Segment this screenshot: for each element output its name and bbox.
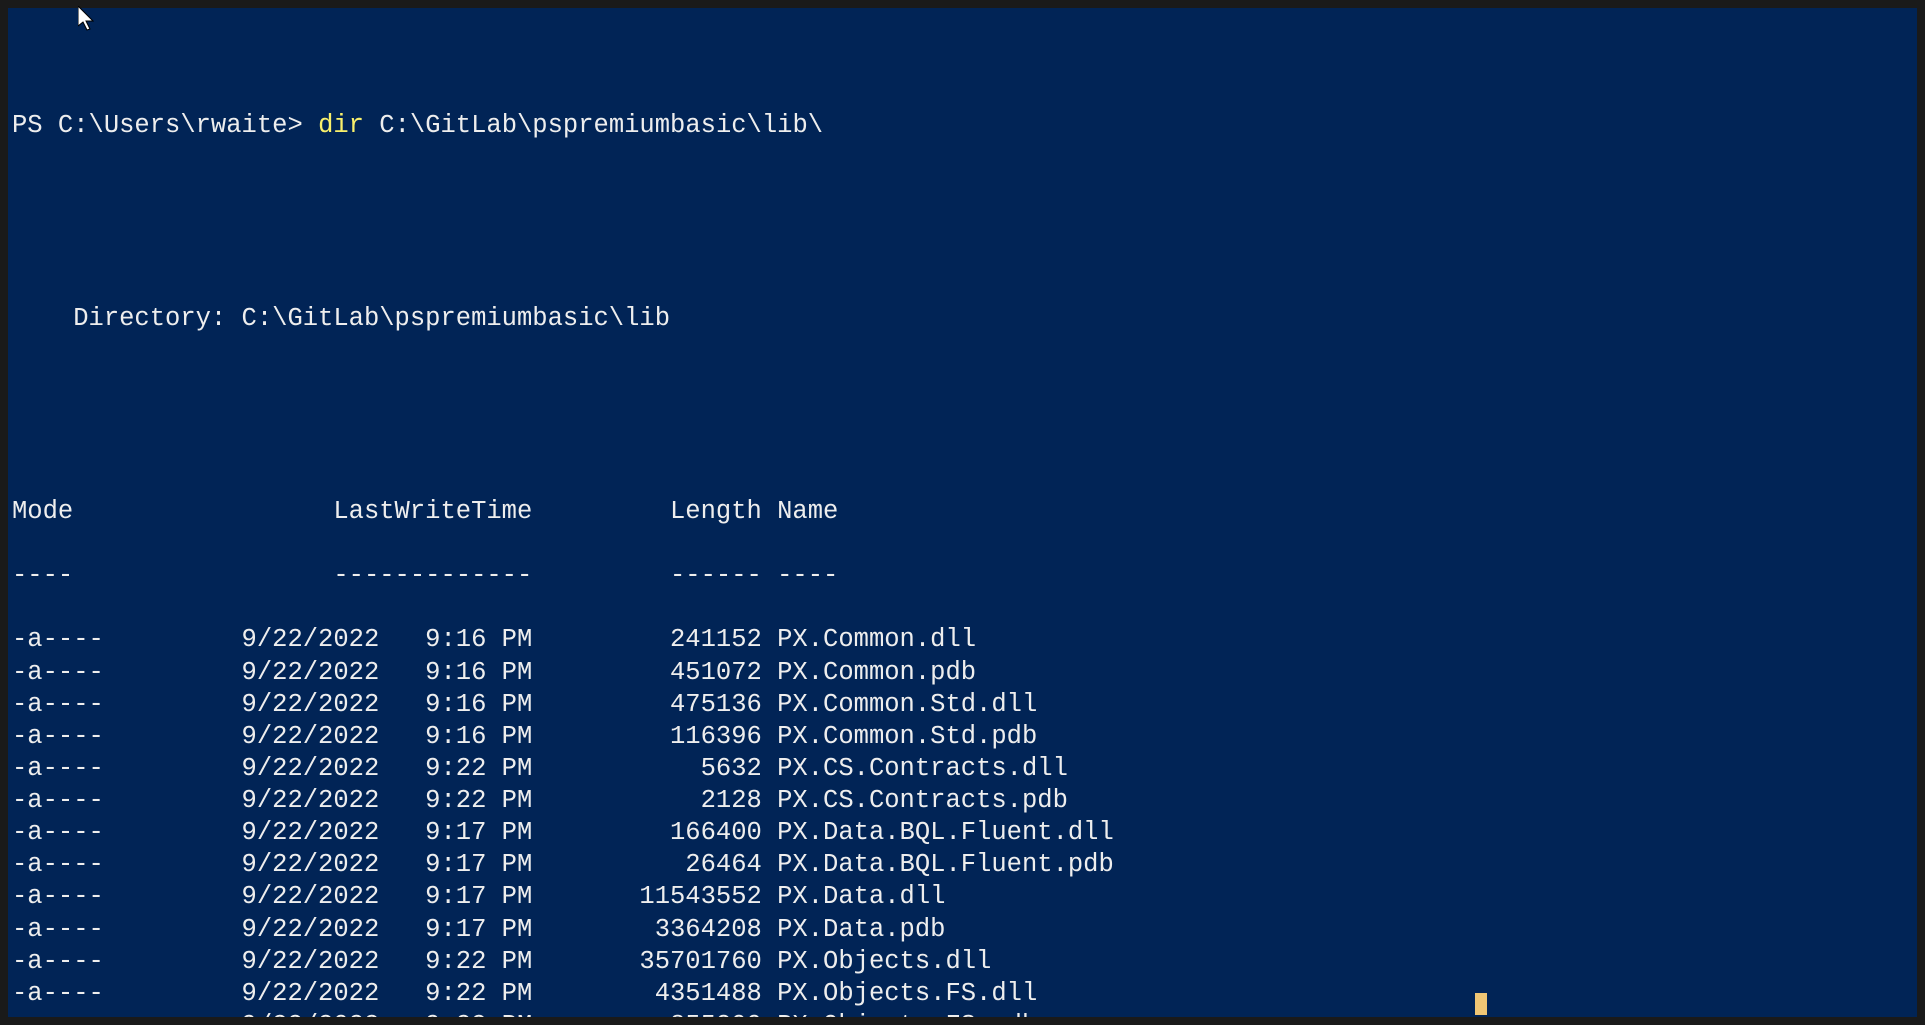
file-row: -a---- 9/22/2022 9:17 PM 3364208 PX.Data… bbox=[12, 914, 1913, 946]
file-row: -a---- 9/22/2022 9:16 PM 451072 PX.Commo… bbox=[12, 657, 1913, 689]
prompt-prefix: PS C:\Users\rwaite> bbox=[12, 110, 318, 142]
prompt-line: PS C:\Users\rwaite> dir C:\GitLab\psprem… bbox=[12, 110, 1913, 142]
file-row: -a---- 9/22/2022 9:22 PM 5632 PX.CS.Cont… bbox=[12, 753, 1913, 785]
file-row: -a---- 9/22/2022 9:16 PM 241152 PX.Commo… bbox=[12, 624, 1913, 656]
blank-line bbox=[12, 432, 1913, 464]
file-row: -a---- 9/22/2022 9:22 PM 4351488 PX.Obje… bbox=[12, 978, 1913, 1010]
blank-line bbox=[12, 367, 1913, 399]
text-cursor bbox=[1475, 993, 1487, 1015]
directory-label: Directory: C:\GitLab\pspremiumbasic\lib bbox=[12, 303, 1913, 335]
column-dividers: ---- ------------- ------ ---- bbox=[12, 560, 1913, 592]
blank-line bbox=[12, 175, 1913, 207]
column-headers: Mode LastWriteTime Length Name bbox=[12, 496, 1913, 528]
command-argument: C:\GitLab\pspremiumbasic\lib\ bbox=[364, 110, 823, 142]
file-row: -a---- 9/22/2022 9:22 PM 2128 PX.CS.Cont… bbox=[12, 785, 1913, 817]
file-row: -a---- 9/22/2022 9:17 PM 166400 PX.Data.… bbox=[12, 817, 1913, 849]
file-row: -a---- 9/22/2022 9:22 PM 35701760 PX.Obj… bbox=[12, 946, 1913, 978]
file-row: -a---- 9/22/2022 9:16 PM 116396 PX.Commo… bbox=[12, 721, 1913, 753]
file-row: -a---- 9/22/2022 9:16 PM 475136 PX.Commo… bbox=[12, 689, 1913, 721]
terminal-output[interactable]: PS C:\Users\rwaite> dir C:\GitLab\psprem… bbox=[8, 8, 1917, 1017]
file-listing: -a---- 9/22/2022 9:16 PM 241152 PX.Commo… bbox=[12, 624, 1913, 1017]
blank-line bbox=[12, 239, 1913, 271]
file-row: -a---- 9/22/2022 9:17 PM 26464 PX.Data.B… bbox=[12, 849, 1913, 881]
command-keyword: dir bbox=[318, 110, 364, 142]
file-row: -a---- 9/22/2022 9:22 PM 855300 PX.Objec… bbox=[12, 1010, 1913, 1017]
blank-line bbox=[12, 46, 1913, 78]
file-row: -a---- 9/22/2022 9:17 PM 11543552 PX.Dat… bbox=[12, 881, 1913, 913]
